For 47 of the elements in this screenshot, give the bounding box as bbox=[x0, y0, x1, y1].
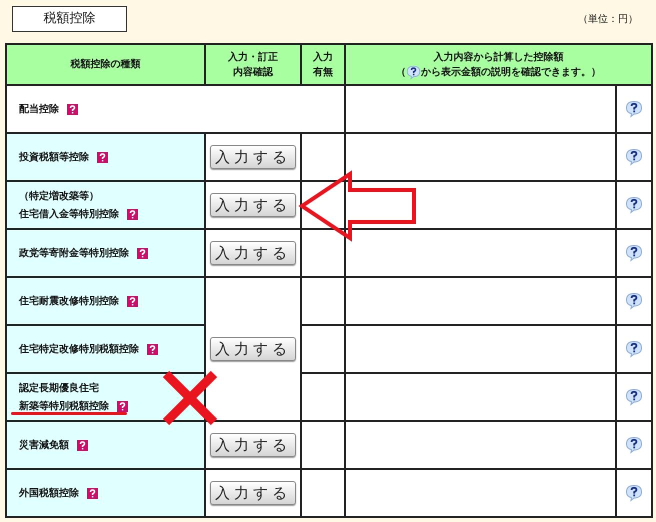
help-icon[interactable] bbox=[77, 440, 88, 450]
help-bubble-icon[interactable] bbox=[625, 340, 643, 358]
help-bubble-icon[interactable] bbox=[406, 64, 421, 80]
deduction-label: 住宅耐震改修特別控除 bbox=[19, 294, 119, 308]
deduction-label: （特定増改築等） bbox=[19, 189, 99, 204]
column-header: 入力内容から計算した控除額 bbox=[434, 52, 564, 62]
deduction-label: 外国税額控除 bbox=[19, 486, 79, 500]
deduction-label: 配当控除 bbox=[19, 102, 59, 116]
input-button[interactable]: 入力する bbox=[210, 337, 296, 361]
input-button[interactable]: 入力する bbox=[210, 481, 296, 505]
help-bubble-icon[interactable] bbox=[625, 100, 643, 118]
help-bubble-icon[interactable] bbox=[625, 196, 643, 214]
help-icon[interactable] bbox=[147, 344, 158, 354]
help-icon[interactable] bbox=[87, 488, 98, 498]
help-bubble-icon[interactable] bbox=[625, 292, 643, 310]
help-icon[interactable] bbox=[127, 296, 138, 306]
column-header: 内容確認 bbox=[233, 66, 273, 78]
column-header: 税額控除の種類 bbox=[70, 59, 140, 70]
help-bubble-icon[interactable] bbox=[625, 388, 643, 406]
cross-mark bbox=[160, 368, 220, 428]
deduction-label: 投資税額等控除 bbox=[19, 150, 89, 164]
deduction-label: 住宅借入金等特別控除 bbox=[19, 207, 119, 222]
unit-label: （単位：円） bbox=[578, 12, 638, 26]
help-bubble-icon[interactable] bbox=[625, 484, 643, 502]
column-header: 入力・訂正 bbox=[228, 52, 278, 62]
header-note: から表示金額の説明を確認できます。） bbox=[421, 66, 601, 80]
deduction-label: 災害減免額 bbox=[19, 438, 69, 452]
deduction-label: 認定長期優良住宅 bbox=[19, 381, 99, 396]
header-note-open: （ bbox=[396, 66, 406, 80]
deduction-label: 政党等寄附金等特別控除 bbox=[19, 246, 129, 260]
input-button[interactable]: 入力する bbox=[210, 433, 296, 457]
help-icon[interactable] bbox=[117, 400, 128, 412]
input-button[interactable]: 入力する bbox=[210, 241, 296, 265]
section-title: 税額控除 bbox=[12, 6, 127, 32]
deduction-label: 住宅特定改修特別税額控除 bbox=[19, 342, 139, 356]
deduction-label: 新築等特別税額控除 bbox=[19, 399, 109, 414]
help-icon[interactable] bbox=[137, 248, 148, 258]
help-bubble-icon[interactable] bbox=[625, 244, 643, 262]
column-header: 有無 bbox=[313, 66, 333, 78]
input-button[interactable]: 入力する bbox=[210, 145, 296, 169]
help-icon[interactable] bbox=[127, 208, 138, 220]
help-bubble-icon[interactable] bbox=[625, 436, 643, 454]
help-bubble-icon[interactable] bbox=[625, 148, 643, 166]
help-icon[interactable] bbox=[97, 152, 108, 162]
input-button[interactable]: 入力する bbox=[210, 193, 296, 217]
help-icon[interactable] bbox=[67, 104, 78, 114]
column-header: 入力 bbox=[313, 52, 333, 62]
